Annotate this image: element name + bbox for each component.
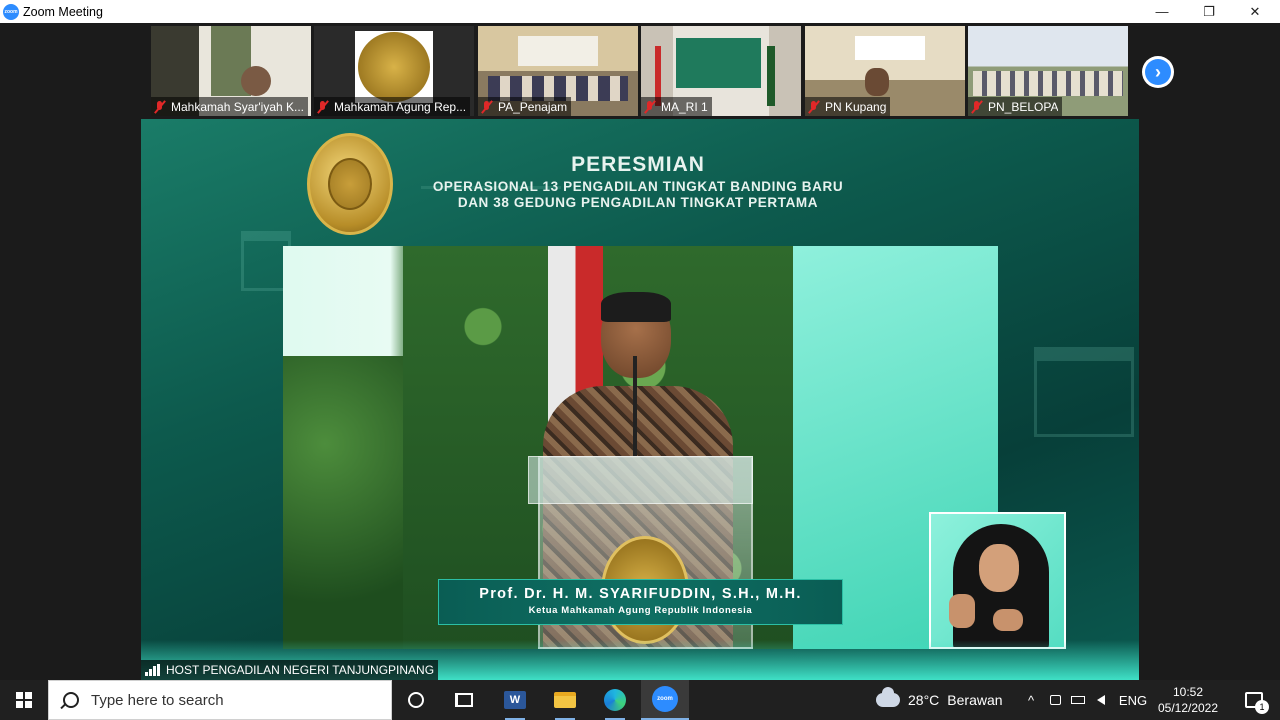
clock-date: 05/12/2022 [1157, 701, 1219, 715]
notification-icon: 1 [1245, 692, 1269, 714]
weather-temp: 28°C [908, 692, 940, 708]
taskbar-search[interactable]: Type here to search [48, 680, 392, 720]
title-bar: zoom Zoom Meeting — ❐ ✕ [0, 0, 1280, 23]
event-title-line1: PERESMIAN [571, 153, 705, 176]
notification-center-button[interactable]: 1 [1234, 680, 1274, 720]
folder-icon [554, 692, 576, 708]
participant-thumbnail[interactable]: Mahkamah Syar'iyah K... [151, 26, 311, 116]
microphone [633, 356, 637, 456]
show-hidden-icons-button[interactable]: ^ [1020, 680, 1042, 720]
battery-icon[interactable] [1067, 680, 1089, 720]
participant-thumbnail[interactable]: PA_Penajam [478, 26, 638, 116]
meet-now-icon[interactable] [1044, 680, 1066, 720]
mic-muted-icon [643, 100, 657, 114]
participant-label: Mahkamah Syar'iyah K... [151, 97, 309, 116]
courthouse-watermark [1034, 347, 1134, 437]
windows-icon [16, 692, 32, 708]
participant-label: PN Kupang [805, 97, 891, 116]
cloud-icon [876, 687, 900, 707]
participant-thumbnail[interactable]: MA_RI 1 [641, 26, 801, 116]
search-icon [63, 692, 79, 708]
active-speaker-label: HOST PENGADILAN NEGERI TANJUNGPINANG [141, 660, 439, 680]
mahkamah-agung-emblem-icon [307, 133, 393, 235]
clock-time: 10:52 [1172, 685, 1204, 699]
minimize-button[interactable]: — [1139, 0, 1185, 23]
chevron-right-icon: › [1145, 59, 1171, 85]
word-icon: W [504, 691, 526, 709]
start-button[interactable] [0, 680, 48, 720]
weather-widget[interactable]: 28°C Berawan [876, 680, 1003, 720]
edge-taskbar-button[interactable] [591, 680, 639, 720]
speaker-name: Prof. Dr. H. M. SYARIFUDDIN, S.H., M.H. [479, 586, 802, 602]
active-speaker-video: PERESMIAN OPERASIONAL 13 PENGADILAN TING… [141, 119, 1139, 680]
edge-icon [604, 689, 626, 711]
mic-muted-icon [970, 100, 984, 114]
sign-language-interpreter [929, 512, 1066, 649]
participant-label: PA_Penajam [478, 97, 572, 116]
participant-thumbnail[interactable]: Mahkamah Agung Rep... [314, 26, 474, 116]
task-view-icon [455, 693, 473, 707]
participant-thumbnail[interactable]: PN_BELOPA [968, 26, 1128, 116]
cortana-icon [408, 692, 424, 708]
volume-icon[interactable] [1090, 680, 1112, 720]
signal-strength-icon [145, 664, 161, 676]
meeting-area: Mahkamah Syar'iyah K... Mahkamah Agung R… [0, 23, 1280, 680]
event-title-line2: OPERASIONAL 13 PENGADILAN TINGKAT BANDIN… [432, 179, 844, 194]
emblem-icon [358, 32, 430, 102]
word-taskbar-button[interactable]: W [491, 680, 539, 720]
zoom-logo-icon: zoom [3, 3, 19, 20]
cortana-button[interactable] [392, 680, 440, 720]
zoom-icon: zoom [652, 686, 678, 712]
close-button[interactable]: ✕ [1232, 0, 1278, 23]
weather-desc: Berawan [947, 692, 1003, 708]
mic-muted-icon [316, 100, 330, 114]
system-clock[interactable]: 10:52 05/12/2022 [1150, 680, 1226, 720]
participant-label: MA_RI 1 [641, 97, 712, 116]
language-indicator[interactable]: ENG [1116, 680, 1150, 720]
next-page-button[interactable]: › [1142, 56, 1174, 88]
zoom-taskbar-button[interactable]: zoom [641, 680, 689, 720]
event-title-line3: DAN 38 GEDUNG PENGADILAN TINGKAT PERTAMA [457, 195, 819, 210]
window-title: Zoom Meeting [23, 4, 103, 19]
participant-thumbnail[interactable]: PN Kupang [805, 26, 965, 116]
mic-muted-icon [807, 100, 821, 114]
mic-muted-icon [153, 100, 167, 114]
task-view-button[interactable] [440, 680, 488, 720]
file-explorer-taskbar-button[interactable] [541, 680, 589, 720]
speaker-role: Ketua Mahkamah Agung Republik Indonesia [528, 605, 753, 616]
participant-label: PN_BELOPA [968, 97, 1063, 116]
search-placeholder: Type here to search [91, 691, 224, 709]
speaker-name-plate: Prof. Dr. H. M. SYARIFUDDIN, S.H., M.H. … [438, 579, 843, 625]
participant-label: Mahkamah Agung Rep... [314, 97, 471, 116]
maximize-button[interactable]: ❐ [1186, 0, 1232, 23]
notification-badge: 1 [1255, 700, 1269, 714]
taskbar: Type here to search W zoom 28°C Berawan … [0, 680, 1280, 720]
event-title: PERESMIAN OPERASIONAL 13 PENGADILAN TING… [403, 153, 873, 210]
mic-muted-icon [480, 100, 494, 114]
